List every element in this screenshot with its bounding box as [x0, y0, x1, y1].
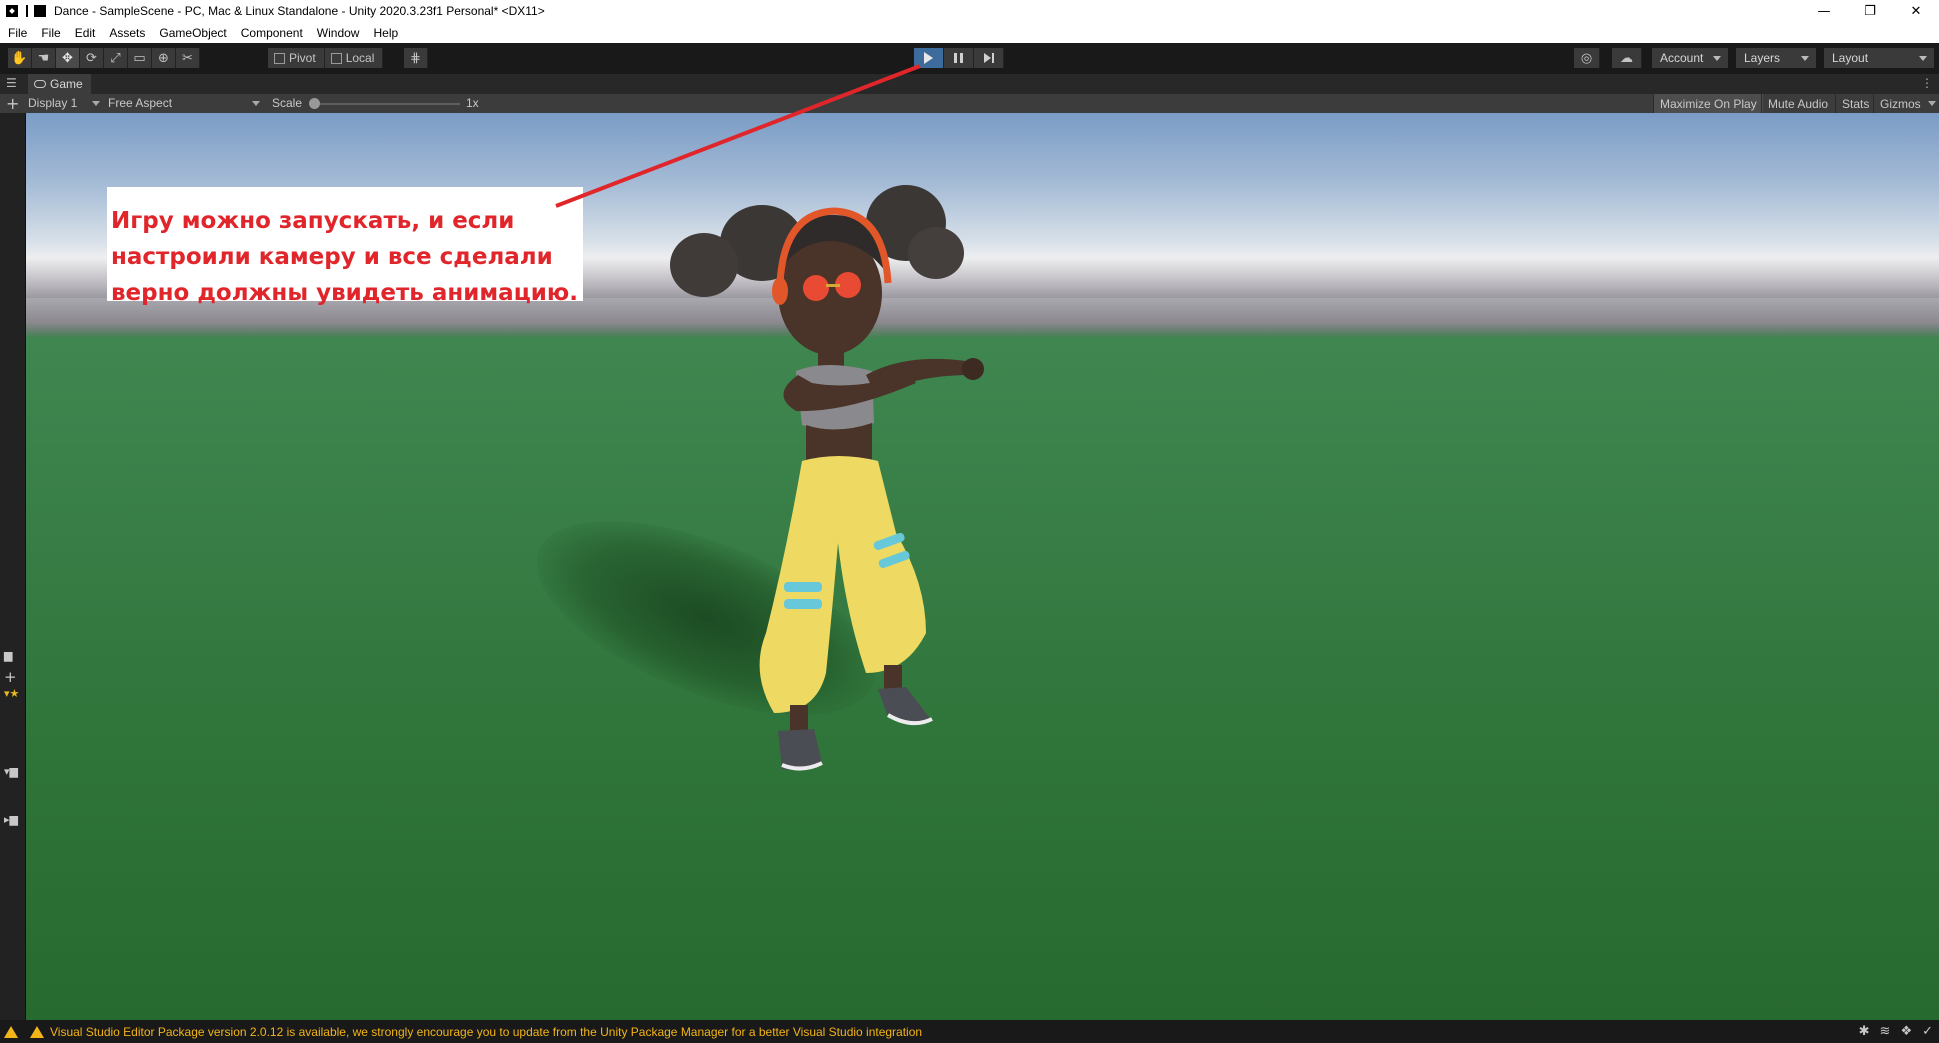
auto-generate-icon[interactable]: ❖ — [1900, 1024, 1912, 1039]
play-button[interactable] — [914, 48, 944, 68]
menu-file[interactable]: File — [8, 26, 27, 40]
warning-icon — [4, 1025, 18, 1038]
layers-dropdown[interactable]: Layers — [1736, 48, 1816, 68]
move-tool-icon[interactable]: ✥ — [56, 48, 80, 68]
account-dropdown[interactable]: Account — [1652, 48, 1728, 68]
pivot-icon — [274, 52, 285, 64]
cloud-group: ☁ — [1612, 48, 1642, 68]
warning-icon — [30, 1025, 44, 1038]
window-titlebar: Dance - SampleScene - PC, Mac & Linux St… — [0, 0, 1939, 22]
mute-audio-toggle[interactable]: Mute Audio — [1761, 94, 1834, 113]
hamburger-icon[interactable]: ☰ — [6, 77, 17, 89]
annotation-line-3: верно должны увидеть анимацию. — [111, 280, 578, 306]
hand-tool-icon[interactable]: ☚ — [32, 48, 56, 68]
close-button[interactable]: ✕ — [1893, 0, 1939, 22]
scale-value: 1x — [466, 96, 479, 110]
layout-label: Layout — [1832, 51, 1869, 65]
pause-icon — [954, 53, 963, 63]
pivot-toggle[interactable]: Pivot — [268, 48, 325, 68]
pivot-label: Pivot — [289, 51, 316, 65]
grid-snap-group: ⋕ — [404, 48, 428, 68]
menu-gameobject[interactable]: GameObject — [159, 26, 226, 40]
play-icon — [924, 52, 933, 64]
annotation-line-2: настроили камеру и все сделали — [111, 244, 553, 270]
assets-folder-icon[interactable]: ▾▆ — [4, 765, 18, 778]
aspect-select[interactable]: Free Aspect — [108, 96, 172, 110]
game-window-tabbar: ☰ Game ⋮ — [0, 74, 1939, 94]
transform-tool-icon[interactable]: ⊕ — [152, 48, 176, 68]
scale-label: Scale — [272, 96, 303, 110]
tab-game[interactable]: Game — [28, 74, 91, 94]
layout-dropdown[interactable]: Layout — [1824, 48, 1934, 68]
grid-snap-icon[interactable]: ⋕ — [404, 48, 428, 68]
menu-window[interactable]: Window — [317, 26, 360, 40]
minimize-button[interactable]: — — [1801, 0, 1847, 22]
unity-logo-icon — [6, 5, 18, 17]
menu-file-2[interactable]: File — [41, 26, 60, 40]
stats-toggle[interactable]: Stats — [1835, 94, 1875, 113]
progress-icon[interactable]: ≋ — [1880, 1024, 1891, 1039]
game-view-controlbar: + Display 1 Free Aspect Scale 1x Maximiz… — [0, 94, 1939, 113]
cloud-icon[interactable]: ☁ — [1612, 48, 1642, 68]
main-toolbar: ✋ ☚ ✥ ⟳ ⤢ ▭ ⊕ ✂ Pivot Local ⋕ ◎ ☁ Accoun… — [0, 43, 1939, 74]
bug-icon[interactable]: ✱ — [1859, 1024, 1870, 1039]
tab-game-label: Game — [50, 77, 83, 91]
collab-group: ◎ — [1574, 48, 1600, 68]
layers-label: Layers — [1744, 51, 1781, 65]
transform-tools: ✋ ☚ ✥ ⟳ ⤢ ▭ ⊕ ✂ — [8, 48, 200, 68]
window-controls: — ❐ ✕ — [1801, 0, 1939, 22]
menu-component[interactable]: Component — [241, 26, 303, 40]
add-icon[interactable]: + — [6, 94, 19, 113]
chevron-down-icon — [1928, 101, 1936, 106]
restore-button[interactable]: ❐ — [1847, 0, 1893, 22]
scale-slider-knob[interactable] — [309, 98, 320, 109]
status-message[interactable]: Visual Studio Editor Package version 2.0… — [50, 1025, 922, 1039]
packages-folder-icon[interactable]: ▸▆ — [4, 813, 18, 826]
menu-bar: File File Edit Assets GameObject Compone… — [0, 22, 1939, 43]
maximize-on-play-toggle[interactable]: Maximize On Play — [1653, 94, 1763, 113]
local-cube-icon — [330, 52, 342, 64]
add-icon[interactable]: + — [4, 668, 17, 686]
status-icons: ✱ ≋ ❖ ✓ — [1859, 1024, 1933, 1039]
chevron-down-icon — [92, 101, 100, 106]
folder-icon[interactable]: ▆ — [4, 649, 12, 662]
chevron-down-icon — [1919, 56, 1927, 61]
pause-button[interactable] — [944, 48, 974, 68]
menu-assets[interactable]: Assets — [109, 26, 145, 40]
step-button[interactable] — [974, 48, 1004, 68]
menu-edit[interactable]: Edit — [75, 26, 96, 40]
custom-tool-icon[interactable]: ✂ — [176, 48, 200, 68]
account-label: Account — [1660, 51, 1704, 65]
view-tool-hand-icon[interactable]: ✋ — [8, 48, 32, 68]
rotate-tool-icon[interactable]: ⟳ — [80, 48, 104, 68]
window-title: Dance - SampleScene - PC, Mac & Linux St… — [54, 4, 545, 18]
status-bar[interactable]: Visual Studio Editor Package version 2.0… — [0, 1020, 1939, 1043]
rect-tool-icon[interactable]: ▭ — [128, 48, 152, 68]
chevron-down-icon — [1801, 56, 1809, 61]
scale-slider-track[interactable] — [314, 103, 460, 105]
more-options-icon[interactable]: ⋮ — [1921, 76, 1933, 90]
playmode-controls — [914, 48, 1004, 68]
scale-tool-icon[interactable]: ⤢ — [104, 48, 128, 68]
local-toggle[interactable]: Local — [324, 48, 384, 68]
collapsed-side-panel: ▆ + ▾★ ▾▆ ▸▆ — [0, 113, 26, 1020]
menu-help[interactable]: Help — [373, 26, 398, 40]
game-viewport[interactable]: Игру можно запускать, и если настроили к… — [26, 113, 1939, 1020]
unity-logo-icon — [34, 5, 46, 17]
check-circle-icon[interactable]: ✓ — [1922, 1024, 1933, 1039]
chevron-down-icon — [252, 101, 260, 106]
annotation-line-1: Игру можно запускать, и если — [111, 208, 515, 234]
pivot-toggles: Pivot Local — [268, 48, 384, 68]
step-icon — [983, 53, 994, 63]
favorite-star-icon[interactable]: ▾★ — [4, 687, 19, 700]
annotation-callout: Игру можно запускать, и если настроили к… — [107, 187, 583, 306]
titlebar-separator — [26, 5, 28, 17]
gamepad-icon — [34, 80, 46, 88]
display-select[interactable]: Display 1 — [28, 96, 77, 110]
collab-icon[interactable]: ◎ — [1574, 48, 1600, 68]
right-shoe — [878, 687, 932, 725]
chevron-down-icon — [1713, 56, 1721, 61]
local-label: Local — [345, 51, 375, 65]
